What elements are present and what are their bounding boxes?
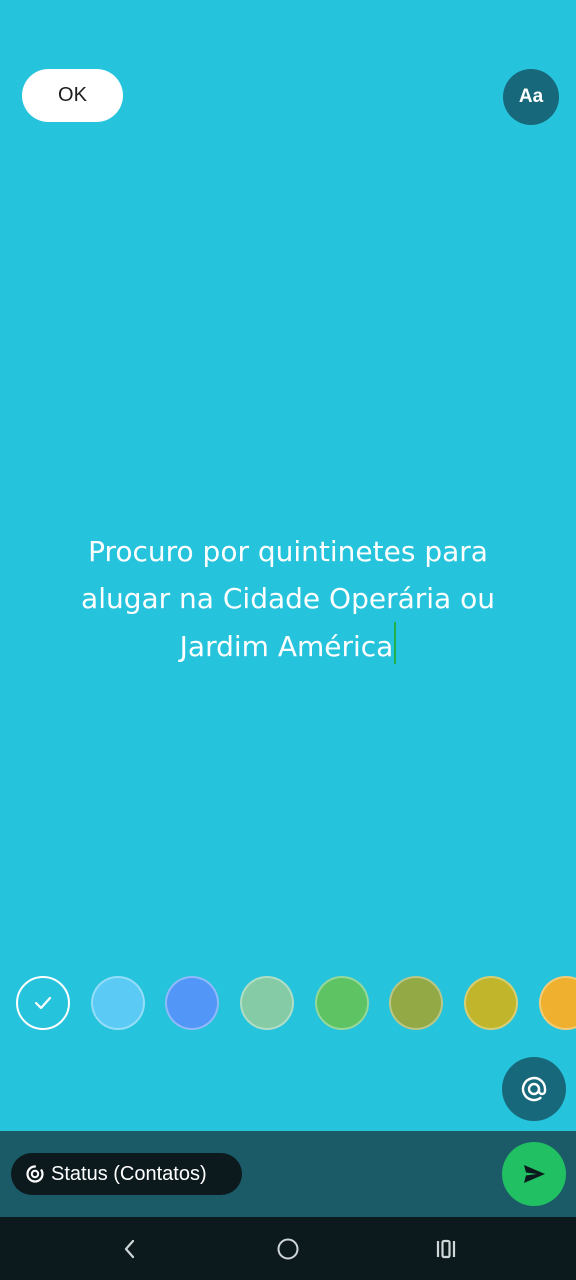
ok-button[interactable]: OK bbox=[22, 69, 123, 122]
audience-selector[interactable]: Status (Contatos) bbox=[11, 1153, 242, 1195]
audience-label: Status (Contatos) bbox=[51, 1162, 207, 1185]
font-style-button[interactable]: Aa bbox=[503, 69, 559, 125]
status-text-line-1: Procuro por quintinetes para bbox=[88, 535, 488, 568]
status-text-line-3-text: Jardim América bbox=[179, 630, 394, 663]
color-swatch[interactable] bbox=[464, 976, 518, 1030]
privacy-icon bbox=[26, 1165, 44, 1183]
send-button[interactable] bbox=[502, 1142, 566, 1206]
status-text-line-3: Jardim América bbox=[40, 622, 536, 670]
at-sign-icon bbox=[521, 1076, 547, 1102]
mention-button[interactable] bbox=[502, 1057, 566, 1121]
back-button[interactable] bbox=[112, 1231, 148, 1267]
status-text-line-2: alugar na Cidade Operária ou bbox=[81, 582, 495, 615]
composer-bar: Status (Contatos) bbox=[0, 1131, 576, 1217]
status-canvas[interactable]: OK Aa Procuro por quintinetes para aluga… bbox=[0, 0, 576, 1131]
back-icon bbox=[124, 1239, 135, 1259]
color-swatch[interactable] bbox=[91, 976, 145, 1030]
color-swatch-selected[interactable] bbox=[16, 976, 70, 1030]
system-navigation-bar bbox=[0, 1217, 576, 1280]
recents-icon bbox=[436, 1239, 456, 1259]
home-button[interactable] bbox=[270, 1231, 306, 1267]
color-swatch[interactable] bbox=[315, 976, 369, 1030]
recents-button[interactable] bbox=[428, 1231, 464, 1267]
text-cursor bbox=[394, 622, 397, 664]
color-swatch[interactable] bbox=[389, 976, 443, 1030]
color-swatch[interactable] bbox=[240, 976, 294, 1030]
checkmark-icon bbox=[34, 996, 52, 1010]
color-swatch[interactable] bbox=[539, 976, 576, 1030]
send-icon bbox=[524, 1165, 545, 1183]
status-text-input[interactable]: Procuro por quintinetes para alugar na C… bbox=[40, 528, 536, 670]
home-icon bbox=[277, 1238, 299, 1260]
color-swatch[interactable] bbox=[165, 976, 219, 1030]
color-palette bbox=[0, 976, 576, 1032]
